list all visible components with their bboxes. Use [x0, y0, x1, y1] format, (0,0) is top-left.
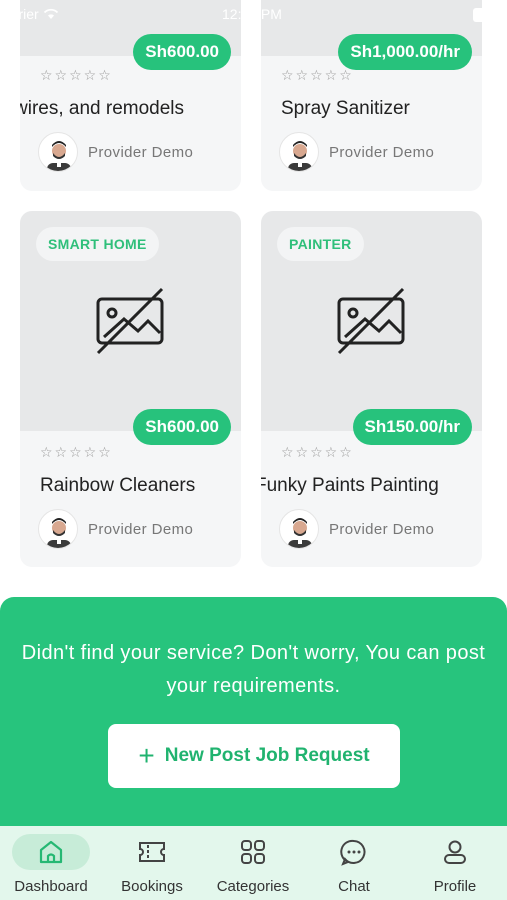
provider-name: Provider Demo [329, 520, 435, 538]
tab-profile[interactable]: Profile [405, 826, 505, 900]
price-badge: Sh1,000.00/hr [338, 34, 472, 70]
star-rating: ☆☆☆☆☆ [281, 67, 354, 83]
service-card[interactable]: PAINTER Sh150.00/hr ☆☆☆☆☆ Funky Paints P… [261, 211, 482, 567]
service-title: Funky Paints Painting [261, 475, 439, 496]
service-title: wires, and remodels [20, 98, 185, 119]
provider-avatar [279, 509, 319, 549]
star-rating: ☆☆☆☆☆ [40, 444, 113, 460]
battery-icon [473, 8, 507, 22]
provider-name: Provider Demo [88, 143, 194, 161]
wifi-icon [43, 8, 58, 19]
service-card[interactable]: Sh1,000.00/hr ☆☆☆☆☆ Spray Sanitizer Prov… [261, 0, 482, 191]
provider-avatar [279, 132, 319, 172]
provider-avatar [38, 132, 78, 172]
chat-bubble-icon [315, 834, 393, 870]
status-bar: arrier 12:00 PM [0, 0, 507, 28]
tab-label: Chat [338, 878, 370, 895]
provider-name: Provider Demo [329, 143, 435, 161]
category-badge: SMART HOME [36, 227, 159, 261]
service-title: Spray Sanitizer [281, 98, 410, 119]
service-title: Rainbow Cleaners [40, 475, 196, 496]
provider-info[interactable]: Provider Demo [38, 509, 193, 549]
price-badge: Sh600.00 [133, 34, 231, 70]
screen: arrier 12:00 PM Sh600.00 ☆☆☆☆☆ wires, an… [0, 0, 507, 900]
bottom-tab-bar: Dashboard Bookings Categories Chat Profi… [0, 826, 507, 900]
new-post-job-request-button[interactable]: + New Post Job Request [108, 724, 400, 788]
tab-chat[interactable]: Chat [304, 826, 404, 900]
provider-avatar [38, 509, 78, 549]
grid-icon [214, 834, 292, 870]
button-label: New Post Job Request [164, 745, 370, 766]
ticket-icon [113, 834, 191, 870]
post-job-banner: Didn't find your service? Don't worry, Y… [0, 597, 507, 837]
tab-dashboard[interactable]: Dashboard [1, 826, 101, 900]
carrier-info: arrier [6, 6, 59, 22]
price-badge: Sh150.00/hr [352, 409, 472, 445]
provider-info[interactable]: Provider Demo [279, 509, 434, 549]
carrier-label: arrier [6, 6, 39, 22]
tab-categories[interactable]: Categories [203, 826, 303, 900]
tab-label: Bookings [121, 878, 183, 895]
person-icon [416, 834, 494, 870]
home-icon [12, 834, 90, 870]
provider-name: Provider Demo [88, 520, 194, 538]
price-badge: Sh600.00 [133, 409, 231, 445]
service-card[interactable]: Sh600.00 ☆☆☆☆☆ wires, and remodels Provi… [20, 0, 241, 191]
provider-info[interactable]: Provider Demo [279, 132, 434, 172]
provider-info[interactable]: Provider Demo [38, 132, 193, 172]
plus-icon: + [138, 740, 155, 771]
banner-message: Didn't find your service? Don't worry, Y… [21, 642, 486, 697]
tab-label: Profile [433, 878, 477, 895]
no-image-icon [96, 287, 164, 355]
category-badge: PAINTER [277, 227, 364, 261]
star-rating: ☆☆☆☆☆ [40, 67, 113, 83]
tab-label: Categories [216, 878, 290, 895]
tab-bookings[interactable]: Bookings [102, 826, 202, 900]
status-time: 12:00 PM [222, 6, 282, 22]
star-rating: ☆☆☆☆☆ [281, 444, 354, 460]
tab-label: Dashboard [14, 878, 88, 895]
service-card[interactable]: SMART HOME Sh600.00 ☆☆☆☆☆ Rainbow Cleane… [20, 211, 241, 567]
no-image-icon [337, 287, 405, 355]
